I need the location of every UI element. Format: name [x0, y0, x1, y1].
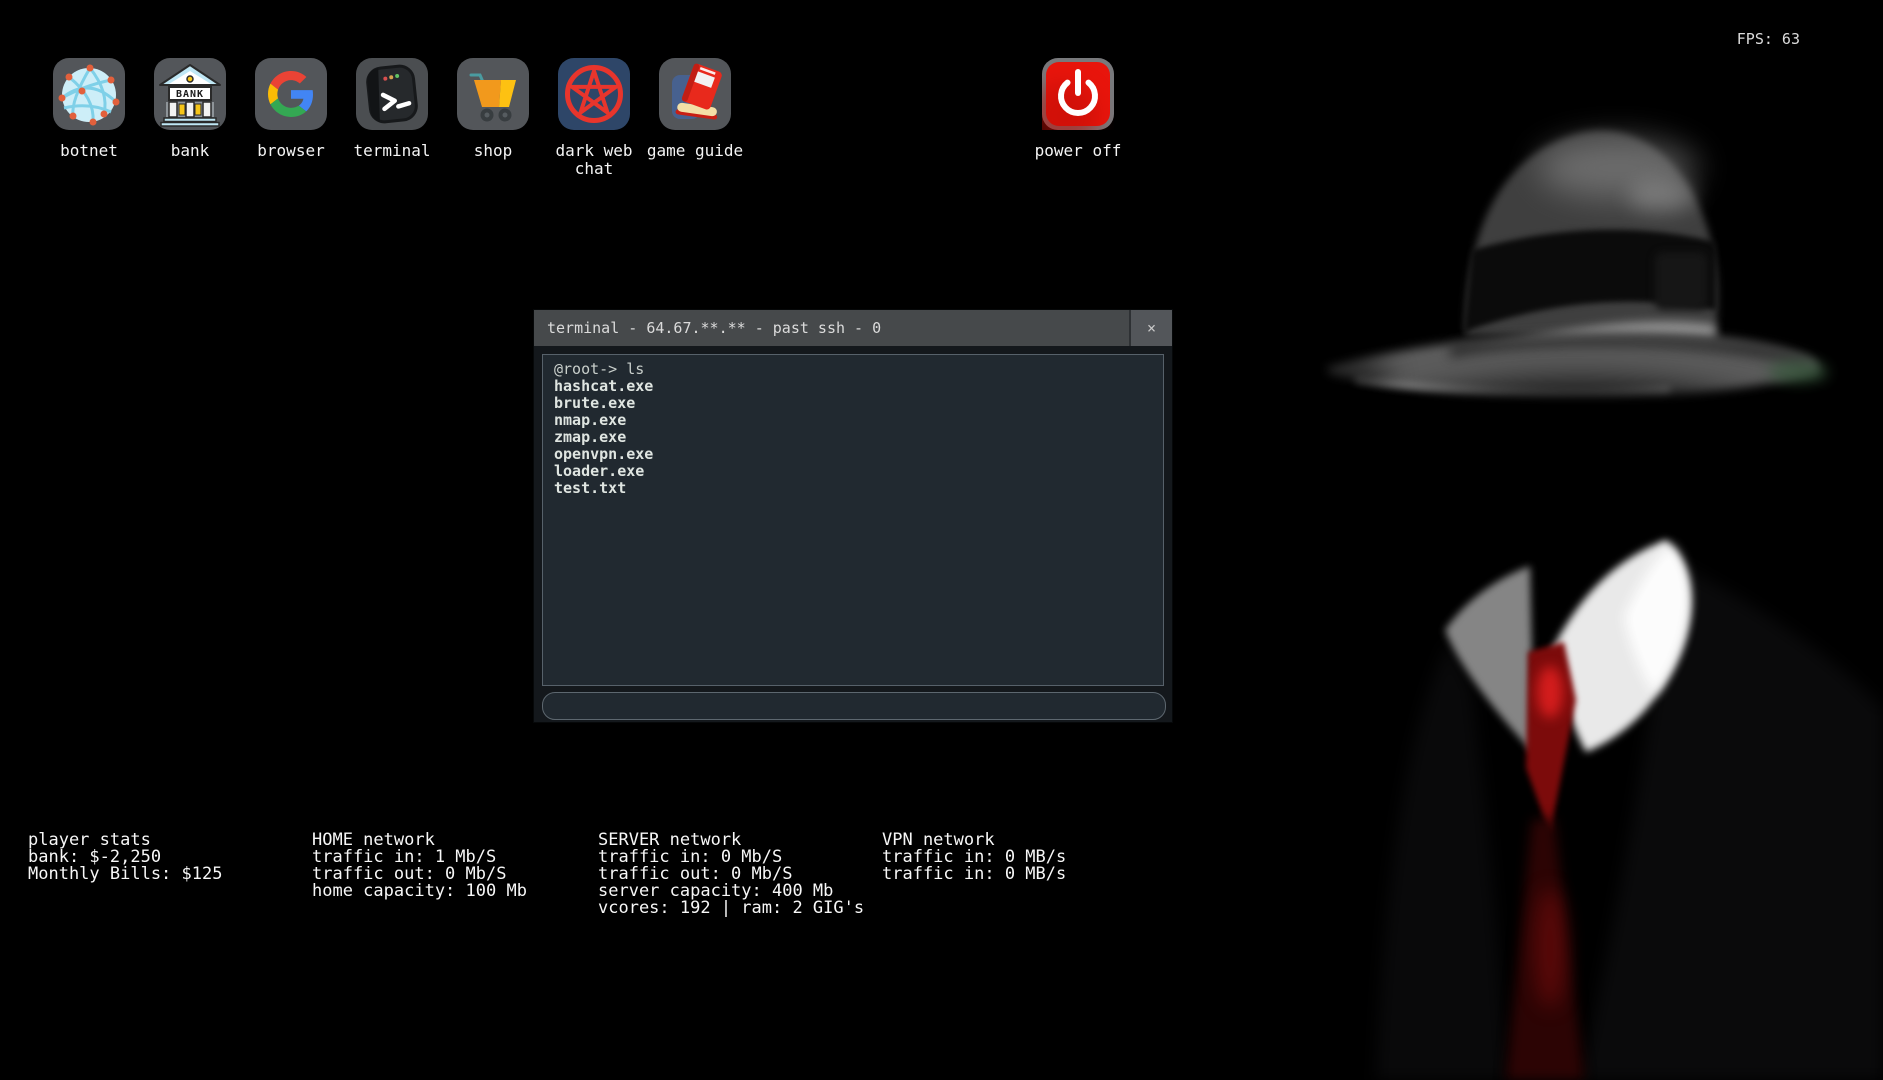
shopping-cart-icon [457, 58, 529, 130]
vpn-network-panel: VPN network traffic in: 0 MB/s traffic i… [882, 832, 1066, 883]
icon-label-power-off: power off [1028, 142, 1128, 160]
desktop-icon-game-guide[interactable]: game guide [659, 58, 731, 188]
terminal-file-line: test.txt [554, 480, 1152, 497]
terminal-file-line: zmap.exe [554, 429, 1152, 446]
pentagram-icon [558, 58, 630, 130]
vpn-traffic-in-2: traffic in: 0 MB/s [882, 866, 1066, 883]
terminal-file-line: loader.exe [554, 463, 1152, 480]
svg-text:BANK: BANK [176, 89, 204, 100]
terminal-prompt-icon [356, 58, 428, 130]
icon-label-shop: shop [443, 142, 543, 160]
terminal-window: terminal - 64.67.**.** - past ssh - 0 × … [533, 309, 1173, 723]
server-network-panel: SERVER network traffic in: 0 Mb/S traffi… [598, 832, 864, 917]
terminal-file-line: hashcat.exe [554, 378, 1152, 395]
server-vcores-ram: vcores: 192 | ram: 2 GIG's [598, 900, 864, 917]
close-button[interactable]: × [1129, 310, 1172, 346]
bank-building-icon: BANK [154, 58, 226, 130]
terminal-output: @root-> ls hashcat.exe brute.exe nmap.ex… [542, 354, 1164, 686]
desktop-icon-bank[interactable]: BANK bank [154, 58, 226, 188]
home-network-panel: HOME network traffic in: 1 Mb/S traffic … [312, 832, 527, 900]
desktop-icon-botnet[interactable]: botnet [53, 58, 125, 188]
icon-label-game-guide: game guide [645, 142, 745, 160]
terminal-prompt-line: @root-> ls [554, 361, 1152, 378]
desktop-icon-dark-web-chat[interactable]: dark web chat [558, 58, 630, 188]
red-book-icon [659, 58, 731, 130]
power-icon [1042, 58, 1114, 130]
terminal-file-line: brute.exe [554, 395, 1152, 412]
google-g-icon [255, 58, 327, 130]
home-capacity: home capacity: 100 Mb [312, 883, 527, 900]
terminal-command-input[interactable] [542, 692, 1166, 720]
icon-label-browser: browser [241, 142, 341, 160]
terminal-file-line: nmap.exe [554, 412, 1152, 429]
desktop-background: { "hud": { "fps_label": "FPS: 63" }, "de… [0, 0, 1883, 1080]
player-stats-panel: player stats bank: $-2,250 Monthly Bills… [28, 832, 222, 883]
desktop-icon-power-off[interactable]: power off [1042, 58, 1114, 188]
terminal-titlebar[interactable]: terminal - 64.67.**.** - past ssh - 0 × [534, 310, 1172, 346]
icon-label-terminal: terminal [342, 142, 442, 160]
icon-label-botnet: botnet [39, 142, 139, 160]
fps-counter: FPS: 63 [1737, 30, 1800, 48]
background-figure-silhouette [1150, 0, 1883, 1080]
desktop-icon-row: botnet BANK bank [53, 58, 731, 188]
desktop-icon-shop[interactable]: shop [457, 58, 529, 188]
terminal-file-line: openvpn.exe [554, 446, 1152, 463]
desktop-icon-browser[interactable]: browser [255, 58, 327, 188]
desktop-icon-terminal[interactable]: terminal [356, 58, 428, 188]
icon-label-bank: bank [140, 142, 240, 160]
fedora-hat-graphic [1270, 131, 1840, 575]
terminal-title: terminal - 64.67.**.** - past ssh - 0 [534, 319, 881, 337]
player-monthly-bills: Monthly Bills: $125 [28, 866, 222, 883]
icon-label-dark-web-chat: dark web chat [544, 142, 644, 178]
globe-network-icon [53, 58, 125, 130]
